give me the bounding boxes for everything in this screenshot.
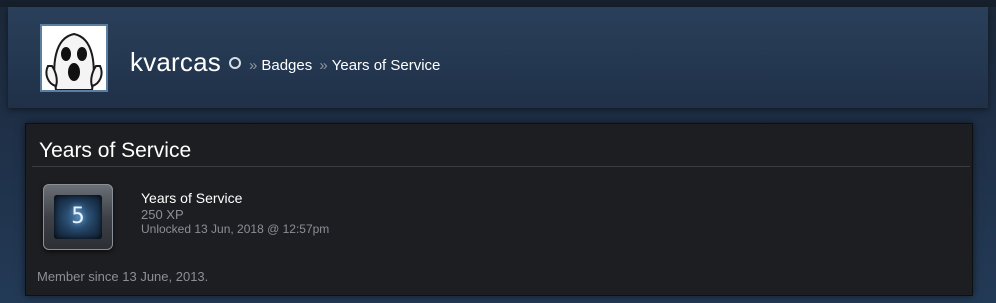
ghost-face-icon [42,26,106,90]
badge-level: 5 [54,195,102,239]
breadcrumb-separator: » [319,57,328,74]
top-bar [0,0,996,7]
badge-detail-panel: Years of Service 5 Years of Service 250 … [25,123,973,296]
years-of-service-badge-icon: 5 [43,184,113,250]
breadcrumb-separator: » [249,57,258,74]
breadcrumb: » Badges » Years of Service [246,57,440,75]
badge-name: Years of Service [141,190,243,206]
profile-username[interactable]: kvarcas [130,47,221,77]
member-since-text: Member since 13 June, 2013. [37,269,209,284]
breadcrumb-link-badges[interactable]: Badges [261,57,312,74]
panel-title: Years of Service [39,139,192,162]
divider [32,166,970,167]
online-status-ring-icon [229,57,241,69]
avatar[interactable] [40,24,108,92]
badge-unlocked-date: Unlocked 13 Jun, 2018 @ 12:57pm [141,222,330,236]
profile-header: kvarcas » Badges » Years of Service [8,7,988,108]
breadcrumb-link-years-of-service[interactable]: Years of Service [332,57,441,74]
badge-xp: 250 XP [141,207,184,222]
